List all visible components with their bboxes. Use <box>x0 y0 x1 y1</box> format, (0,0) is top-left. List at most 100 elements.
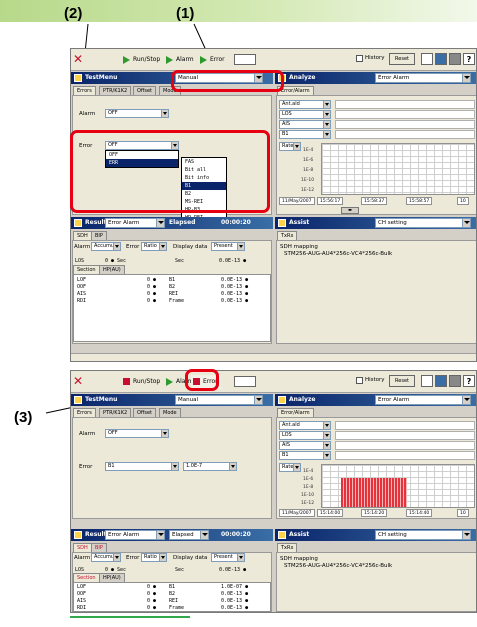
error-name: REI <box>169 291 179 297</box>
analyze-mode-select[interactable]: Error Alarm <box>375 73 471 83</box>
assist-mode-select[interactable]: CH setting <box>375 530 471 540</box>
graph-row-select[interactable]: AIS <box>279 441 331 450</box>
rate-graph <box>321 143 475 195</box>
anritsu-logo-icon: ✕ <box>73 52 84 66</box>
play-icon <box>166 56 174 64</box>
x-scale[interactable]: 10 <box>457 509 469 517</box>
window-layout-icon[interactable] <box>234 376 256 387</box>
alarm-name: OOF <box>77 591 87 597</box>
graph-lane <box>335 130 475 139</box>
x-time: 15:14:00 <box>317 509 344 517</box>
result-alarm-select[interactable]: Accumul <box>91 553 121 562</box>
mode-select[interactable]: Manual <box>175 395 263 405</box>
graph-row-select[interactable]: Ant.ald <box>279 421 331 430</box>
alarm-select[interactable]: OFF <box>105 429 169 438</box>
reset-button[interactable]: Reset <box>389 53 415 65</box>
graph-lane <box>335 100 475 109</box>
reset-button[interactable]: Reset <box>389 375 415 387</box>
tab-sdh[interactable]: SDH <box>73 543 92 552</box>
window-layout-icon[interactable] <box>234 54 256 65</box>
error-name: B2 <box>169 591 176 597</box>
error-select[interactable]: B1 <box>105 462 179 471</box>
error-label: Error <box>79 464 93 470</box>
assist-mode-select[interactable]: CH setting <box>375 218 471 228</box>
result-icon <box>74 531 82 539</box>
save-icon[interactable] <box>435 53 447 65</box>
rate-select[interactable]: Rate <box>279 463 301 472</box>
history-label: History <box>365 377 385 383</box>
alarm-name: LOF <box>77 584 87 590</box>
result-mode-select[interactable]: Error Alarm <box>105 218 165 228</box>
runstop-button[interactable]: Run/Stop <box>121 53 163 67</box>
error-rate-bars <box>341 478 407 507</box>
error-button[interactable]: Error <box>198 53 228 67</box>
tab-offset[interactable]: Offset <box>133 408 157 417</box>
tab-mode[interactable]: Mode <box>159 408 181 417</box>
y-tick: 1E-6 <box>303 158 314 163</box>
display-data-label: Display data <box>173 555 208 561</box>
graph-row-select[interactable]: AIS <box>279 120 331 129</box>
graph-row: B1 <box>279 130 475 139</box>
tab-error-alarm[interactable]: Error/Alarm <box>277 408 314 417</box>
alarm-button[interactable]: Alarm <box>164 53 197 67</box>
error-value: 0.0E-13 ● <box>221 591 249 597</box>
alarm-label: Alarm <box>79 431 96 437</box>
tab-bip[interactable]: BIP <box>91 231 107 240</box>
alarm-count: 0 ● <box>147 605 157 611</box>
display-data-select[interactable]: Present <box>211 553 245 562</box>
elapsed-select[interactable]: Elapsed <box>169 530 209 540</box>
mapping-value: STM256-AUG-AU4*256c-VC4*256c-Bulk <box>284 563 393 569</box>
tab-section[interactable]: Section <box>73 573 100 582</box>
los-value: 0.0E-13 ● <box>219 258 247 264</box>
history-checkbox[interactable] <box>356 377 363 384</box>
save-icon[interactable] <box>435 375 447 387</box>
window-icon[interactable] <box>421 375 433 387</box>
tab-bip[interactable]: BIP <box>91 543 107 552</box>
runstop-button[interactable]: Run/Stop <box>121 375 163 389</box>
tab-ptr[interactable]: PTR/K1K2 <box>99 86 132 95</box>
assist-header: Assist CH setting <box>275 217 476 229</box>
print-icon[interactable] <box>449 53 461 65</box>
x-scale[interactable]: 10 <box>457 197 469 205</box>
display-data-select[interactable]: Present <box>211 242 245 251</box>
window-icon[interactable] <box>421 53 433 65</box>
rate-select[interactable]: 1.0E-7 <box>183 462 237 471</box>
graph-row: LOS <box>279 431 475 440</box>
graph-row-select[interactable]: LOS <box>279 110 331 119</box>
print-icon[interactable] <box>449 375 461 387</box>
tab-hp-au[interactable]: HP(AU) <box>99 265 125 274</box>
tab-ptr[interactable]: PTR/K1K2 <box>99 408 132 417</box>
graph-row-select[interactable]: B1 <box>279 130 331 139</box>
alarm-count: 0 ● <box>147 291 157 297</box>
history-checkbox[interactable] <box>356 55 363 62</box>
tab-errors[interactable]: Errors <box>73 86 96 95</box>
result-alarm-select[interactable]: Accumul <box>91 242 121 251</box>
graph-row-select[interactable]: B1 <box>279 451 331 460</box>
analyze-header: Analyze Error Alarm <box>275 72 476 84</box>
help-icon[interactable]: ? <box>463 375 475 387</box>
tab-errors[interactable]: Errors <box>73 408 96 417</box>
tab-hp-au[interactable]: HP(AU) <box>99 573 125 582</box>
alarm-label: Alarm <box>79 111 96 117</box>
result-error-select[interactable]: Ratio <box>141 553 167 562</box>
tab-offset[interactable]: Offset <box>133 86 157 95</box>
error-value: 1.0E-07 ● <box>221 584 249 590</box>
tab-txrx[interactable]: TxRx <box>277 231 298 240</box>
tab-section[interactable]: Section <box>73 265 100 274</box>
graph-lane <box>335 120 475 129</box>
result-alarm-label: Alarm <box>74 244 91 250</box>
tab-sdh[interactable]: SDH <box>73 231 92 240</box>
graph-row-select[interactable]: LOS <box>279 431 331 440</box>
result-error-select[interactable]: Ratio <box>141 242 167 251</box>
rate-select[interactable]: Rate <box>279 142 301 151</box>
help-icon[interactable]: ? <box>463 53 475 65</box>
tab-txrx[interactable]: TxRx <box>277 543 298 552</box>
graph-row-select[interactable]: Ant.ald <box>279 100 331 109</box>
error-value: 0.0E-13 ● <box>221 298 249 304</box>
assist-icon <box>278 531 286 539</box>
scroll-arrows[interactable]: ◂▸ <box>341 207 359 214</box>
alarm-select[interactable]: OFF <box>105 109 169 118</box>
analyze-mode-select[interactable]: Error Alarm <box>375 395 471 405</box>
result-mode-select[interactable]: Error Alarm <box>105 530 165 540</box>
graph-row: AIS <box>279 120 475 129</box>
